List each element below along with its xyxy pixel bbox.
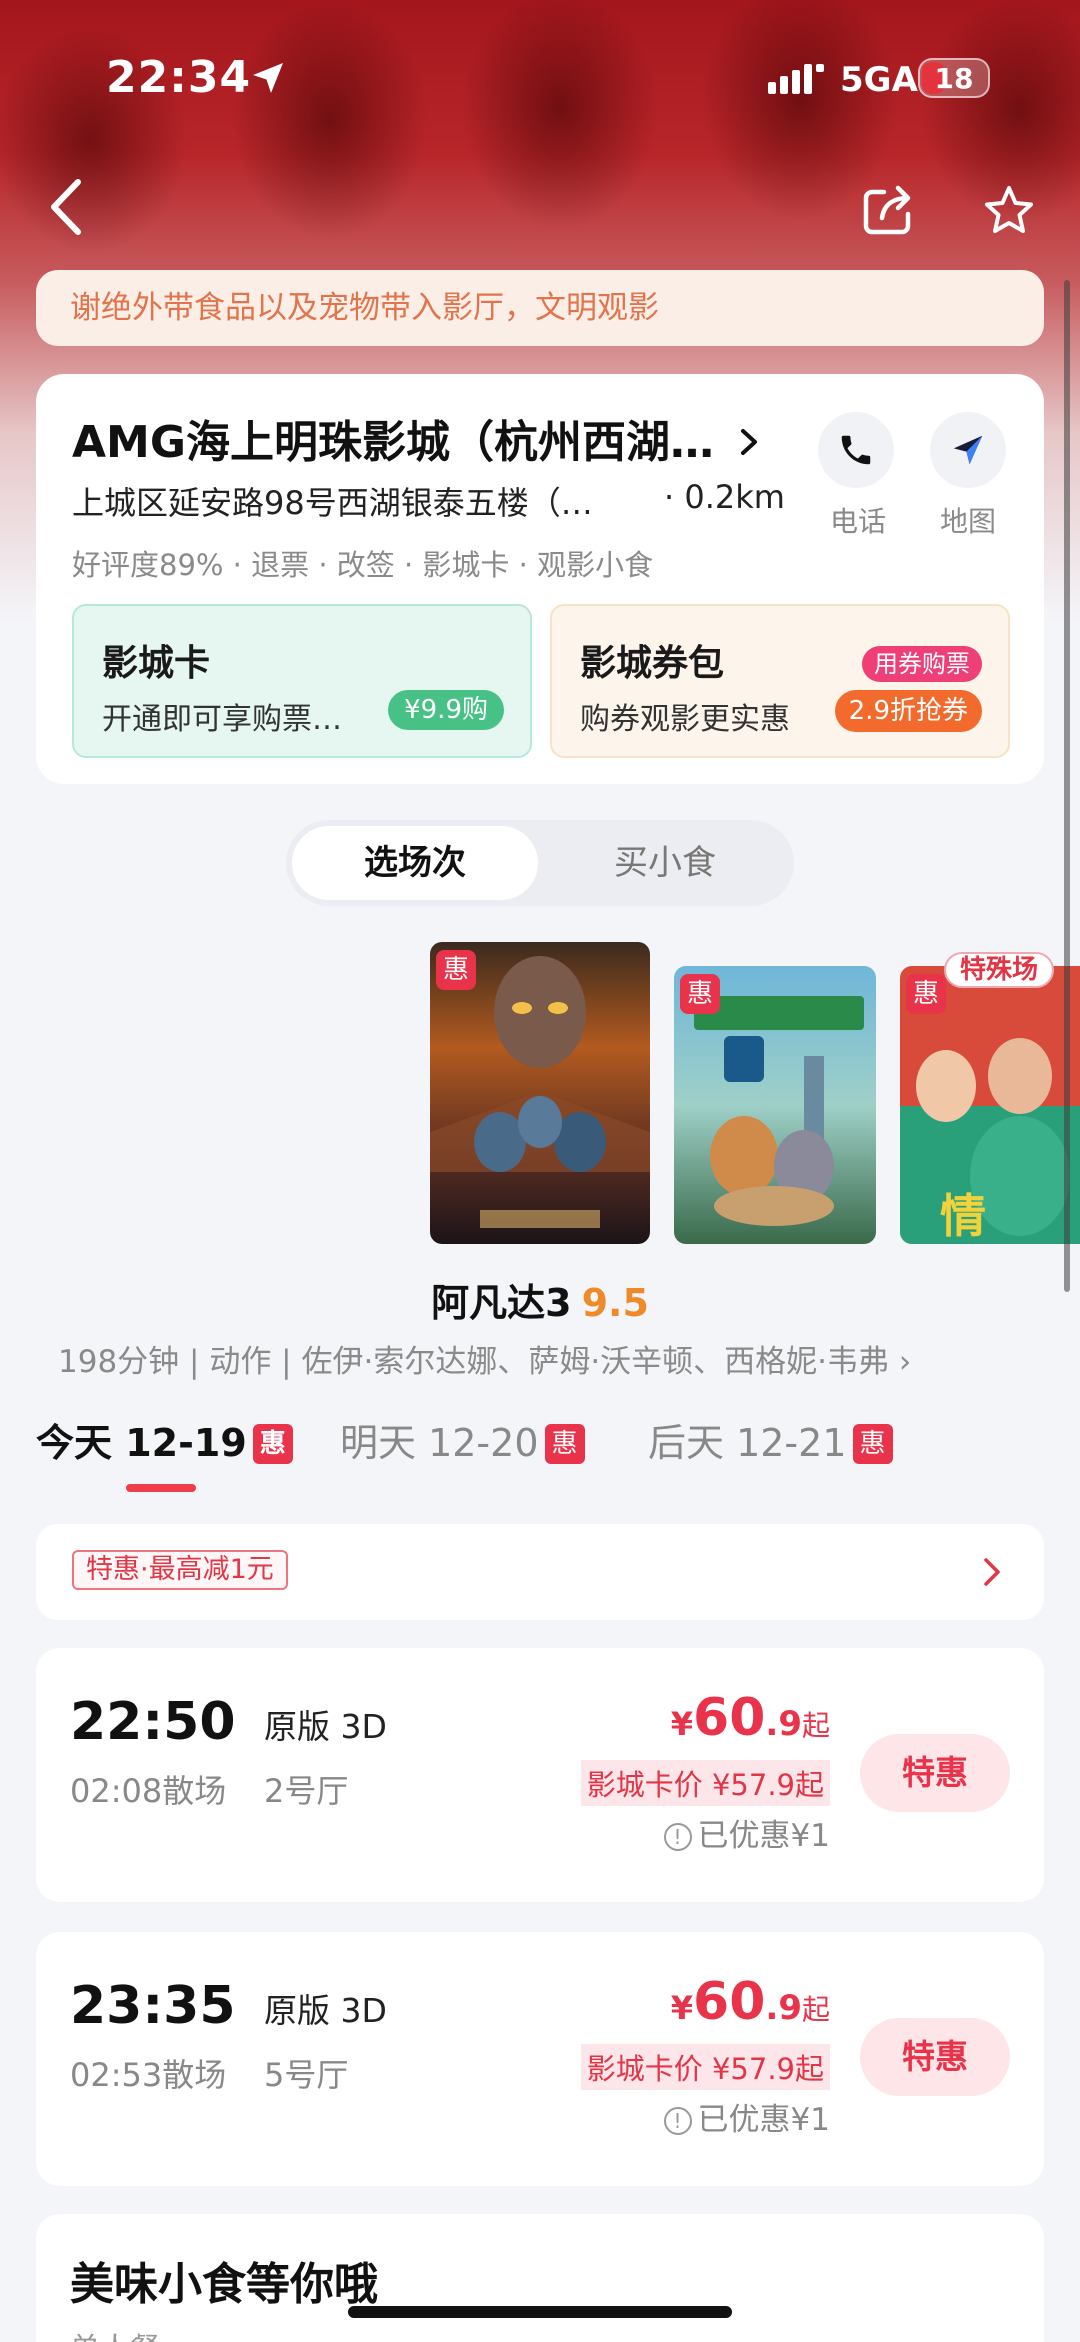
active-tab-indicator xyxy=(126,1484,196,1492)
saved-amount: ! 已优惠¥1 xyxy=(663,1810,830,1855)
movie-title: 阿凡达3 9.5 xyxy=(0,1272,1080,1327)
cinema-info-card: AMG海上明珠影城（杭州西湖… 上城区延安路98号西湖银泰五楼（… · 0.2k… xyxy=(36,374,1044,784)
status-bar: 22:34 5GA 18 xyxy=(0,0,1080,150)
discount-tag: 特惠·最高减1元 xyxy=(72,1550,288,1590)
coupon-pack-promo[interactable]: 影城券包 购券观影更实惠 用券购票 2.9折抢券 xyxy=(550,604,1010,758)
date-tab-today[interactable]: 今天 12-19 惠 xyxy=(36,1412,293,1467)
date-label: 明天 12-20 xyxy=(340,1421,539,1465)
navigation-arrow-icon xyxy=(953,435,983,465)
showtime-hall: 5号厅 xyxy=(264,2056,349,2094)
showtime-version: 原版 3D xyxy=(264,1991,387,2030)
movie-poster-avatar[interactable]: 惠 xyxy=(430,942,650,1244)
movie-poster-special[interactable]: 情 惠 xyxy=(900,966,1080,1244)
tab-snacks[interactable]: 买小食 xyxy=(542,826,788,900)
buy-ticket-button[interactable]: 特惠 xyxy=(860,2018,1010,2096)
showtime-card[interactable]: 23:35 02:53散场 原版 3D 5号厅 ¥60.9起 影城卡价 ¥57.… xyxy=(36,1932,1044,2186)
movie-poster-zootopia[interactable]: 惠 xyxy=(674,966,876,1244)
saved-amount: ! 已优惠¥1 xyxy=(663,2094,830,2139)
showtime-hall: 2号厅 xyxy=(264,1772,349,1810)
discount-badge: 惠 xyxy=(252,1424,293,1464)
chevron-left-icon[interactable] xyxy=(40,176,96,238)
promo-card-subtitle: 开通即可享购票… xyxy=(102,702,342,737)
network-type: 5GA xyxy=(840,60,918,100)
phone-button[interactable] xyxy=(818,412,894,488)
discount-badge: 惠 xyxy=(544,1424,585,1464)
showtime-price: ¥60.9起 xyxy=(670,1688,830,1748)
map-button[interactable] xyxy=(930,412,1006,488)
cinema-card-price: 影城卡价 ¥57.9起 xyxy=(580,1760,830,1806)
showtime-card[interactable]: 22:50 02:08散场 原版 3D 2号厅 ¥60.9起 影城卡价 ¥57.… xyxy=(36,1648,1044,1902)
showtime-price: ¥60.9起 xyxy=(670,1972,830,2032)
discount-badge: 惠 xyxy=(436,950,476,990)
cinema-tags: 好评度89% · 退票 · 改签 · 影城卡 · 观影小食 xyxy=(72,548,654,582)
tab-showtimes[interactable]: 选场次 xyxy=(292,826,538,900)
discount-badge: 惠 xyxy=(852,1424,893,1464)
cinema-address: 上城区延安路98号西湖银泰五楼（… xyxy=(72,484,593,522)
phone-label: 电话 xyxy=(830,505,887,538)
chevron-right-icon xyxy=(741,429,758,455)
promo-card-title: 影城卡 xyxy=(102,643,211,684)
cinema-name-text: AMG海上明珠影城（杭州西湖… xyxy=(72,417,714,468)
promo-coupon-badge: 用券购票 xyxy=(862,646,982,682)
promo-coupon-pill[interactable]: 2.9折抢券 xyxy=(834,690,982,732)
date-tab-tomorrow[interactable]: 明天 12-20 惠 xyxy=(340,1412,585,1467)
star-icon[interactable] xyxy=(982,184,1036,238)
showtime-start: 22:50 xyxy=(70,1692,236,1752)
date-label: 今天 12-19 xyxy=(36,1421,247,1465)
chevron-right-icon xyxy=(984,1558,1000,1586)
location-arrow-icon xyxy=(253,63,283,93)
movie-score: 9.5 xyxy=(581,1281,649,1325)
snack-section: 美味小食等你哦 单人餐 xyxy=(36,2214,1044,2342)
cinema-distance: · 0.2km xyxy=(664,478,785,516)
buy-ticket-button[interactable]: 特惠 xyxy=(860,1734,1010,1812)
cinema-name[interactable]: AMG海上明珠影城（杭州西湖… xyxy=(72,406,759,470)
map-label: 地图 xyxy=(940,505,997,538)
showtime-end: 02:53散场 xyxy=(70,2056,227,2094)
promo-coupon-subtitle: 购券观影更实惠 xyxy=(580,702,790,737)
info-icon: ! xyxy=(663,1823,692,1851)
special-screening-tag: 特殊场 xyxy=(944,952,1055,988)
promo-coupon-title: 影城券包 xyxy=(580,643,725,684)
discount-bar[interactable]: 特惠·最高减1元 xyxy=(36,1524,1044,1620)
share-icon[interactable] xyxy=(862,184,914,236)
discount-badge: 惠 xyxy=(680,974,720,1014)
scrollbar[interactable] xyxy=(1064,280,1070,1292)
movie-info[interactable]: 198分钟 | 动作 | 佐伊·索尔达娜、萨姆·沃辛顿、西格妮·韦弗 › xyxy=(58,1336,911,1381)
cinema-card-promo[interactable]: 影城卡 开通即可享购票… ¥9.9购 xyxy=(72,604,532,758)
battery-icon: 18 xyxy=(918,58,990,98)
info-icon: ! xyxy=(663,2107,692,2135)
snack-section-subtitle: 单人餐 xyxy=(70,2324,160,2342)
snack-section-title: 美味小食等你哦 xyxy=(70,2259,378,2310)
segment-control: 选场次 买小食 xyxy=(286,820,794,906)
svg-text:情: 情 xyxy=(940,1189,986,1243)
date-tab-day-after[interactable]: 后天 12-21 惠 xyxy=(648,1412,893,1467)
promo-card-price-pill[interactable]: ¥9.9购 xyxy=(388,690,504,730)
movie-name: 阿凡达3 xyxy=(431,1281,572,1325)
home-indicator[interactable] xyxy=(348,2306,732,2318)
phone-icon xyxy=(841,435,871,465)
date-label: 后天 12-21 xyxy=(648,1421,847,1465)
notice-banner: 谢绝外带食品以及宠物带入影厅，文明观影 xyxy=(36,270,1044,346)
battery-level: 18 xyxy=(934,62,974,95)
showtime-end: 02:08散场 xyxy=(70,1772,227,1810)
cinema-card-price: 影城卡价 ¥57.9起 xyxy=(580,2044,830,2090)
signal-icon xyxy=(768,64,824,94)
showtime-version: 原版 3D xyxy=(264,1707,387,1746)
showtime-start: 23:35 xyxy=(70,1976,236,2036)
discount-badge: 惠 xyxy=(906,974,946,1014)
status-time: 22:34 xyxy=(106,52,252,103)
